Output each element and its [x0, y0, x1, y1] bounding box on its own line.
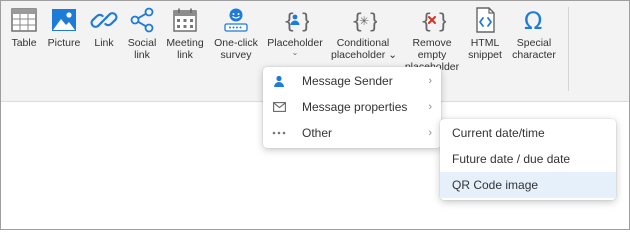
svg-text:✳: ✳ — [359, 14, 369, 28]
remove-placeholder-label-1: Remove — [412, 37, 452, 49]
picture-icon — [50, 6, 78, 34]
menu-item-label: Message properties — [302, 100, 408, 114]
social-link-label-1: Social — [127, 37, 157, 49]
social-link-label-2: link — [134, 49, 150, 61]
special-character-label-2: character — [512, 49, 556, 61]
link-label: Link — [94, 37, 114, 49]
svg-text:Ω: Ω — [524, 7, 542, 34]
social-link-button[interactable]: Social link — [125, 6, 159, 61]
submenu-item-qr-code-image[interactable]: QR Code image — [440, 172, 616, 198]
submenu-item-label: Future date / due date — [452, 152, 571, 166]
conditional-placeholder-label-2: placeholder ⌄ — [331, 49, 398, 61]
picture-label: Picture — [47, 37, 81, 49]
menu-item-label: Other — [302, 126, 333, 140]
ribbon-group-divider — [568, 7, 569, 91]
one-click-survey-button[interactable]: One-click survey — [211, 6, 261, 61]
html-snippet-icon — [471, 6, 499, 34]
table-label: Table — [11, 37, 37, 49]
remove-placeholder-icon: { } — [418, 6, 446, 34]
one-click-survey-label-2: survey — [220, 49, 252, 61]
html-snippet-label-1: HTML — [470, 37, 500, 49]
meeting-link-button[interactable]: Meeting link — [164, 6, 206, 61]
placeholder-button[interactable]: { } Placeholder ⌄ — [265, 6, 325, 57]
chevron-right-icon: › — [428, 75, 432, 87]
meeting-link-label-2: link — [177, 49, 193, 61]
menu-item-message-properties[interactable]: Message properties › — [263, 94, 441, 120]
placeholder-menu: Message Sender › Message properties › Ot… — [263, 67, 441, 148]
html-snippet-button[interactable]: HTML snippet — [465, 6, 505, 61]
submenu-item-future-date[interactable]: Future date / due date — [440, 146, 616, 172]
submenu-item-current-date-time[interactable]: Current date/time — [440, 120, 616, 146]
share-icon — [128, 6, 156, 34]
conditional-placeholder-button[interactable]: { } ✳ Conditional placeholder ⌄ — [331, 6, 398, 61]
submenu-item-label: Current date/time — [452, 126, 545, 140]
menu-item-label: Message Sender — [302, 74, 393, 88]
special-character-label-1: Special — [516, 37, 552, 49]
picture-button[interactable]: Picture — [45, 6, 83, 49]
placeholder-icon: { } — [281, 6, 309, 34]
svg-text:}: } — [300, 9, 309, 33]
html-snippet-label-2: snippet — [468, 49, 502, 61]
menu-item-other[interactable]: Other › — [263, 120, 441, 146]
conditional-placeholder-icon: { } ✳ — [349, 6, 377, 34]
link-button[interactable]: Link — [90, 6, 118, 49]
link-icon — [90, 6, 118, 34]
special-character-button[interactable]: Ω Special character — [509, 6, 559, 61]
omega-icon: Ω — [520, 6, 548, 34]
table-button[interactable]: Table — [8, 6, 40, 49]
chevron-right-icon: › — [428, 127, 432, 139]
remove-placeholder-label-2: empty — [417, 49, 447, 61]
meeting-link-label-1: Meeting — [166, 37, 204, 49]
menu-item-message-sender[interactable]: Message Sender › — [263, 68, 441, 94]
window-frame: Table Picture Link Social link Meeting l… — [0, 0, 630, 230]
other-submenu: Current date/time Future date / due date… — [440, 119, 616, 200]
remove-empty-placeholder-button[interactable]: { } Remove empty placeholder — [404, 6, 460, 73]
person-icon — [271, 68, 287, 94]
chevron-down-icon: ⌄ — [291, 48, 299, 57]
svg-text:}: } — [368, 9, 377, 33]
survey-icon — [222, 6, 250, 34]
table-icon — [10, 6, 38, 34]
chevron-right-icon: › — [428, 101, 432, 113]
submenu-item-label: QR Code image — [452, 178, 539, 192]
conditional-placeholder-label-1: Conditional — [336, 37, 390, 49]
one-click-survey-label-1: One-click — [214, 37, 258, 49]
svg-text:}: } — [437, 9, 446, 33]
calendar-icon — [171, 6, 199, 34]
more-icon — [271, 120, 287, 146]
envelope-icon — [271, 94, 287, 120]
